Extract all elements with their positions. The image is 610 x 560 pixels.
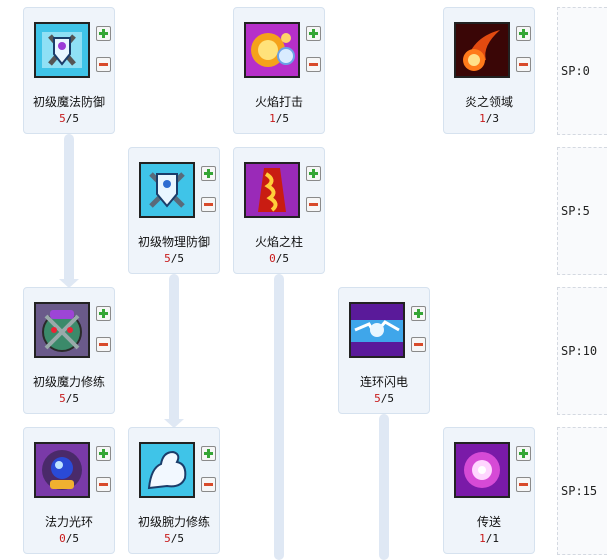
skill-card-chain-lightning[interactable]: 连环闪电 5/5 <box>338 287 430 414</box>
arm-strength-icon <box>139 442 195 498</box>
remove-point-button[interactable] <box>411 337 426 352</box>
add-point-button[interactable] <box>306 26 321 41</box>
add-point-button[interactable] <box>201 446 216 461</box>
skill-name: 火焰之柱 <box>254 235 303 249</box>
add-point-button[interactable] <box>306 166 321 181</box>
skill-card-arm-strength[interactable]: 初级腕力修练 5/5 <box>128 427 220 554</box>
remove-point-button[interactable] <box>516 477 531 492</box>
skill-connector <box>164 274 184 428</box>
add-point-button[interactable] <box>201 166 216 181</box>
sp-requirement: SP:15 <box>557 427 607 555</box>
remove-point-button[interactable] <box>201 477 216 492</box>
skill-level: 5/5 <box>164 252 184 265</box>
skill-level: 1/1 <box>479 532 499 545</box>
magic-defense-icon <box>34 22 90 78</box>
skill-card-fire-strike[interactable]: 火焰打击 1/5 <box>233 7 325 134</box>
physical-defense-icon <box>139 162 195 218</box>
remove-point-button[interactable] <box>306 57 321 72</box>
skill-level: 1/5 <box>269 112 289 125</box>
skill-card-physical-defense[interactable]: 初级物理防御 5/5 <box>128 147 220 274</box>
skill-level: 0/5 <box>59 532 79 545</box>
add-point-button[interactable] <box>96 446 111 461</box>
add-point-button[interactable] <box>411 306 426 321</box>
skill-name: 初级魔法防御 <box>32 95 105 109</box>
skill-card-fire-pillar[interactable]: 火焰之柱 0/5 <box>233 147 325 274</box>
sp-requirement: SP:5 <box>557 147 607 275</box>
add-point-button[interactable] <box>516 26 531 41</box>
skill-card-teleport[interactable]: 传送 1/1 <box>443 427 535 554</box>
skill-name: 炎之领域 <box>464 95 513 109</box>
skill-level: 5/5 <box>374 392 394 405</box>
skill-card-magic-power-training[interactable]: 初级魔力修练 5/5 <box>23 287 115 414</box>
sp-requirement: SP:10 <box>557 287 607 415</box>
remove-point-button[interactable] <box>201 197 216 212</box>
remove-point-button[interactable] <box>516 57 531 72</box>
skill-card-mana-aura[interactable]: 法力光环 0/5 <box>23 427 115 554</box>
skill-name: 传送 <box>476 515 501 529</box>
sp-label: SP:0 <box>561 64 590 78</box>
chain-lightning-icon <box>349 302 405 358</box>
remove-point-button[interactable] <box>96 477 111 492</box>
fire-pillar-icon <box>244 162 300 218</box>
skill-name: 初级魔力修练 <box>32 375 105 389</box>
teleport-icon <box>454 442 510 498</box>
skill-name: 火焰打击 <box>254 95 303 109</box>
add-point-button[interactable] <box>96 306 111 321</box>
sp-requirement: SP:0 <box>557 7 607 135</box>
skill-connector <box>274 274 284 560</box>
sp-label: SP:15 <box>561 484 598 498</box>
flame-domain-icon <box>454 22 510 78</box>
add-point-button[interactable] <box>96 26 111 41</box>
skill-level: 5/5 <box>164 532 184 545</box>
skill-level: 5/5 <box>59 392 79 405</box>
skill-name: 初级物理防御 <box>137 235 210 249</box>
mana-aura-icon <box>34 442 90 498</box>
sp-label: SP:10 <box>561 344 598 358</box>
magic-power-training-icon <box>34 302 90 358</box>
skill-level: 1/3 <box>479 112 499 125</box>
skill-connector <box>59 134 79 288</box>
skill-card-magic-defense[interactable]: 初级魔法防御 5/5 <box>23 7 115 134</box>
sp-label: SP:5 <box>561 204 590 218</box>
skill-connector <box>379 414 389 560</box>
skill-name: 初级腕力修练 <box>137 515 210 529</box>
remove-point-button[interactable] <box>96 337 111 352</box>
skill-level: 5/5 <box>59 112 79 125</box>
remove-point-button[interactable] <box>96 57 111 72</box>
fire-strike-icon <box>244 22 300 78</box>
skill-level: 0/5 <box>269 252 289 265</box>
add-point-button[interactable] <box>516 446 531 461</box>
remove-point-button[interactable] <box>306 197 321 212</box>
skill-name: 连环闪电 <box>359 375 408 389</box>
skill-name: 法力光环 <box>44 515 93 529</box>
skill-card-flame-domain[interactable]: 炎之领域 1/3 <box>443 7 535 134</box>
